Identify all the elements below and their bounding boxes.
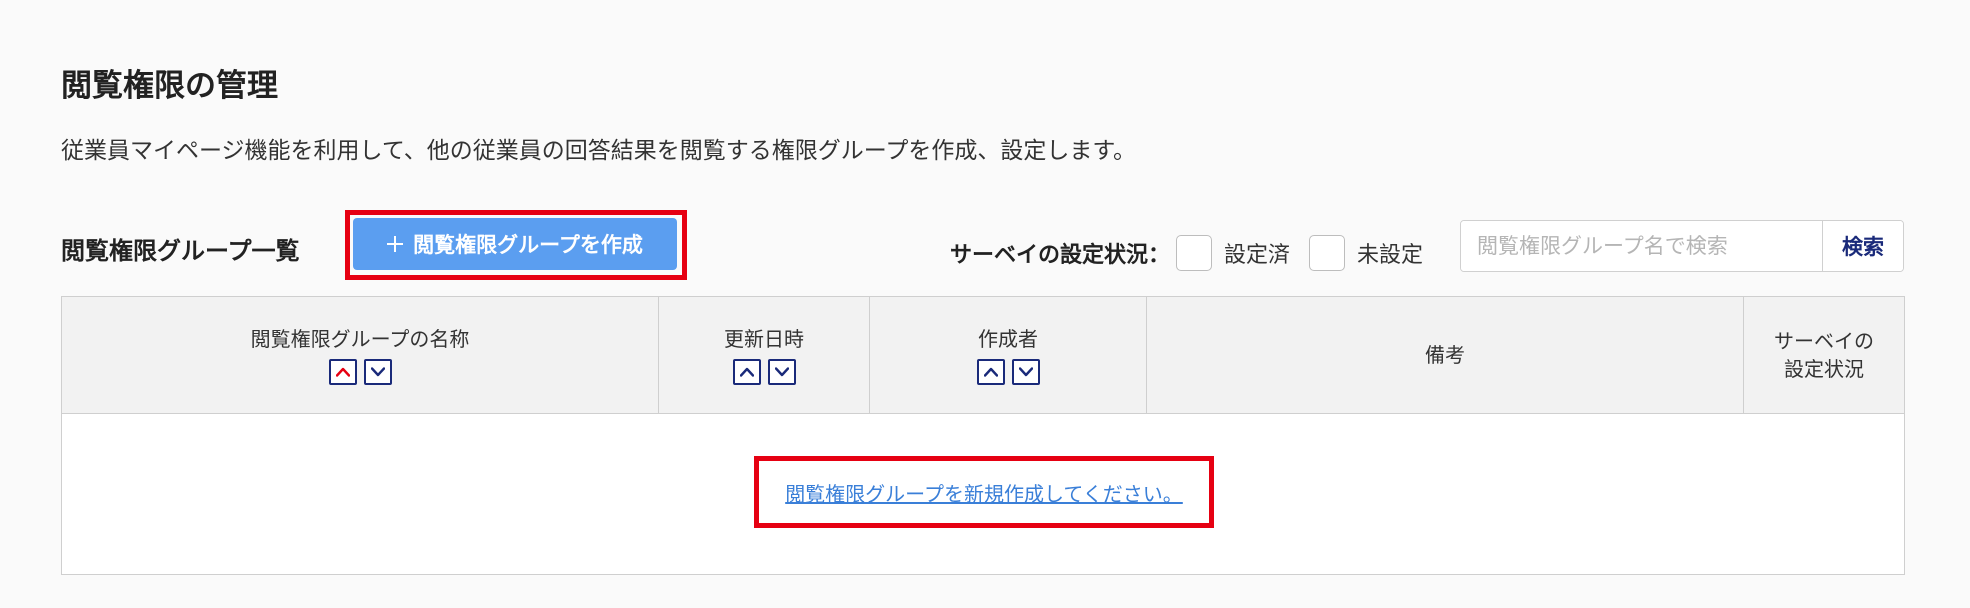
column-header-survey-status: サーベイの 設定状況 (1744, 297, 1904, 413)
group-search: 検索 (1460, 220, 1904, 272)
sort-controls-creator (976, 359, 1040, 385)
column-header-creator: 作成者 (870, 297, 1147, 413)
status-unconfigured-checkbox[interactable] (1309, 235, 1346, 271)
column-header-updated-label: 更新日時 (724, 327, 804, 351)
chevron-up-icon (739, 367, 754, 377)
column-header-updated: 更新日時 (659, 297, 870, 413)
sort-controls-name (328, 359, 392, 385)
create-group-link[interactable]: 閲覧権限グループを新規作成してください。 (762, 464, 1206, 520)
column-header-notes: 備考 (1147, 297, 1744, 413)
sort-desc-name-button[interactable] (363, 359, 392, 385)
create-group-button-label: 閲覧権限グループを作成 (413, 233, 643, 257)
chevron-up-icon (983, 367, 998, 377)
sort-asc-name-button[interactable] (328, 359, 357, 385)
page-description: 従業員マイページ機能を利用して、他の従業員の回答結果を閲覧する権限グループを作成… (61, 138, 1137, 164)
sort-controls-updated (732, 359, 796, 385)
table-header: 閲覧権限グループの名称 更新日時 作成者 備考 サーベイの 設定状況 (62, 297, 1904, 414)
column-header-name-label: 閲覧権限グループの名称 (250, 327, 470, 351)
sort-desc-updated-button[interactable] (767, 359, 796, 385)
status-configured-checkbox[interactable] (1176, 235, 1213, 271)
column-header-survey-status-line1: サーベイの (1774, 329, 1874, 353)
page-title: 閲覧権限の管理 (61, 68, 278, 104)
column-header-survey-status-line2: 設定状況 (1784, 357, 1864, 381)
sort-asc-updated-button[interactable] (732, 359, 761, 385)
column-header-notes-label: 備考 (1425, 343, 1465, 367)
page: 閲覧権限の管理 従業員マイページ機能を利用して、他の従業員の回答結果を閲覧する権… (0, 0, 1970, 608)
status-configured-label: 設定済 (1224, 243, 1291, 268)
chevron-down-icon (774, 367, 789, 377)
survey-status-filter-label: サーベイの設定状況： (950, 243, 1171, 268)
plus-icon (387, 236, 404, 252)
group-table: 閲覧権限グループの名称 更新日時 作成者 備考 サーベイの 設定状況 閲覧権限グ… (61, 296, 1905, 575)
column-header-creator-label: 作成者 (978, 327, 1038, 351)
survey-status-filter: サーベイの設定状況： 設定済 未設定 (950, 233, 1442, 273)
chevron-down-icon (1018, 367, 1033, 377)
search-button[interactable]: 検索 (1822, 221, 1903, 271)
table-body: 閲覧権限グループを新規作成してください。 (62, 414, 1904, 574)
sort-desc-creator-button[interactable] (1011, 359, 1040, 385)
chevron-up-icon (335, 367, 350, 377)
group-search-input[interactable] (1461, 221, 1822, 271)
chevron-down-icon (370, 367, 385, 377)
create-group-button[interactable]: 閲覧権限グループを作成 (353, 218, 677, 270)
sort-asc-creator-button[interactable] (976, 359, 1005, 385)
column-header-name: 閲覧権限グループの名称 (62, 297, 659, 413)
group-list-title: 閲覧権限グループ一覧 (61, 237, 300, 265)
status-unconfigured-label: 未設定 (1357, 243, 1424, 268)
